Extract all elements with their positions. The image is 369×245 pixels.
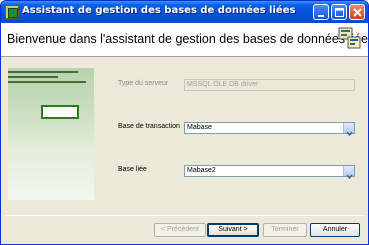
- cancel-button[interactable]: Annuler: [310, 223, 360, 237]
- transaction-base-label: Base de transaction: [118, 123, 180, 130]
- chevron-down-icon[interactable]: [343, 123, 354, 137]
- panel-stripe: [8, 76, 58, 78]
- title-bar[interactable]: Assistant de gestion des bases de donnée…: [1, 1, 368, 23]
- maximize-button[interactable]: [331, 4, 347, 20]
- minimize-icon: [318, 15, 324, 17]
- finish-button[interactable]: Terminer: [263, 223, 307, 237]
- wizard-window: Assistant de gestion des bases de donnée…: [0, 0, 369, 245]
- linked-base-value: Mabase2: [187, 167, 216, 174]
- transaction-base-select[interactable]: Mabase: [184, 122, 355, 137]
- server-type-select: MSSQL OLE DB driver: [184, 79, 355, 91]
- welcome-heading: Bienvenue dans l'assistant de gestion de…: [7, 32, 369, 46]
- footer-divider: [5, 215, 364, 216]
- wizard-side-image: [8, 68, 94, 200]
- panel-stripe: [8, 81, 86, 83]
- transaction-base-value: Mabase: [187, 124, 212, 131]
- wizard-header: Bienvenue dans l'assistant de gestion de…: [1, 23, 368, 57]
- panel-logo: [41, 105, 79, 119]
- linked-base-label: Base liée: [118, 166, 147, 173]
- linked-base-select[interactable]: Mabase2: [184, 165, 355, 180]
- chevron-down-icon[interactable]: [343, 166, 354, 180]
- server-type-value: MSSQL OLE DB driver: [187, 81, 259, 88]
- window-title: Assistant de gestion des bases de donnée…: [22, 5, 296, 16]
- panel-stripe: [8, 71, 78, 73]
- maximize-icon: [335, 8, 344, 17]
- minimize-button[interactable]: [313, 4, 329, 20]
- app-icon: [5, 5, 19, 19]
- previous-button[interactable]: < Précédent: [154, 223, 206, 237]
- next-button[interactable]: Suivant >: [207, 223, 259, 237]
- close-button[interactable]: [349, 4, 365, 20]
- close-icon: [353, 8, 362, 17]
- server-type-label: Type du serveur: [118, 80, 169, 87]
- database-link-icon: [338, 27, 361, 49]
